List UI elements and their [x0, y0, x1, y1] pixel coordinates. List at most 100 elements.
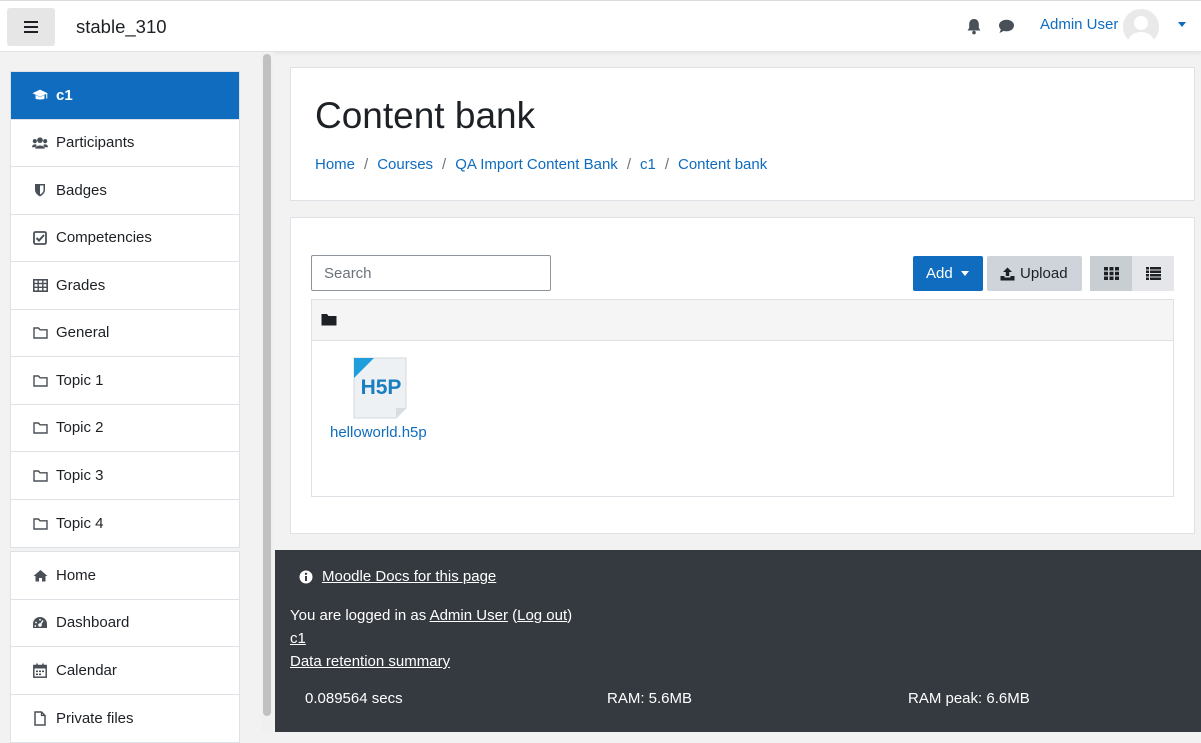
sidebar-item-topic-3[interactable]: Topic 3 [11, 452, 239, 500]
search-input[interactable] [311, 255, 551, 291]
sidebar-item-c1[interactable]: c1 [11, 72, 239, 120]
footer-user-link[interactable]: Admin User [430, 607, 508, 624]
chat-icon[interactable] [998, 19, 1015, 38]
folder-icon [32, 515, 48, 531]
sidebar-item-home[interactable]: Home [11, 552, 239, 600]
folder-icon [32, 420, 48, 436]
avatar[interactable] [1123, 9, 1159, 45]
footer-course-link[interactable]: c1 [290, 630, 306, 647]
breadcrumb-home[interactable]: Home [315, 156, 355, 173]
sidebar-item-label: Competencies [56, 229, 152, 247]
folder-icon [32, 372, 48, 388]
sidebar-scrollbar-thumb[interactable] [263, 54, 271, 716]
page-footer: Moodle Docs for this page You are logged… [275, 550, 1201, 732]
table-icon [32, 277, 48, 293]
upload-button[interactable]: Upload [987, 256, 1082, 291]
file-icon [32, 710, 48, 726]
logged-in-info: You are logged in as Admin User (Log out… [290, 607, 573, 624]
footer-retention: Data retention summary [290, 653, 450, 670]
calendar-icon [32, 662, 48, 678]
moodle-docs: Moodle Docs for this page [299, 568, 496, 585]
add-button[interactable]: Add [913, 256, 983, 291]
hamburger-icon [24, 21, 38, 33]
dashboard-icon [32, 615, 48, 631]
info-icon [299, 570, 313, 584]
sidebar-item-topic-1[interactable]: Topic 1 [11, 357, 239, 405]
breadcrumb-current[interactable]: Content bank [678, 156, 767, 173]
user-menu-name[interactable]: Admin User [1040, 16, 1118, 33]
grid-view-button[interactable] [1090, 256, 1132, 291]
sidebar-item-label: c1 [56, 86, 73, 104]
logout-link[interactable]: Log out [517, 607, 567, 624]
file-browser: H5P helloworld.h5p [311, 299, 1174, 497]
sidebar-item-label: Topic 2 [56, 419, 104, 437]
sidebar-item-competencies[interactable]: Competencies [11, 215, 239, 262]
svg-text:H5P: H5P [361, 376, 402, 399]
folder-icon [32, 325, 48, 341]
sidebar-item-label: Topic 1 [56, 371, 104, 389]
breadcrumb-courses[interactable]: Courses [377, 156, 433, 173]
chevron-down-icon [960, 271, 969, 276]
sidebar-item-label: Grades [56, 276, 106, 294]
folder-icon[interactable] [321, 313, 337, 330]
breadcrumb-separator: / [664, 156, 669, 173]
home-icon [32, 567, 48, 583]
list-view-button[interactable] [1132, 256, 1174, 291]
top-navbar: stable_310 Admin User [0, 0, 1201, 52]
add-button-label: Add [926, 265, 953, 282]
sidebar-item-label: Topic 4 [56, 514, 104, 532]
sidebar-item-label: Calendar [56, 661, 117, 679]
folder-icon [32, 467, 48, 483]
sidebar-item-label: Participants [56, 134, 135, 152]
hamburger-button[interactable] [7, 8, 55, 46]
grid-icon [1103, 267, 1119, 280]
list-icon [1145, 267, 1161, 280]
sidebar-item-badges[interactable]: Badges [11, 167, 239, 215]
upload-icon [1000, 267, 1015, 281]
bell-icon[interactable] [966, 18, 982, 39]
breadcrumb-course[interactable]: c1 [640, 156, 656, 173]
sidebar-item-dashboard[interactable]: Dashboard [11, 600, 239, 647]
sidebar-item-label: Badges [56, 181, 107, 199]
course-nav: c1 Participants Badges Competencies Grad… [10, 71, 240, 548]
perf-ram: RAM: 5.6MB [607, 690, 693, 707]
h5p-file-icon: H5P [353, 357, 407, 419]
sidebar-item-participants[interactable]: Participants [11, 120, 239, 167]
sidebar-item-calendar[interactable]: Calendar [11, 647, 239, 695]
sidebar-item-general[interactable]: General [11, 310, 239, 357]
chevron-down-icon[interactable] [1178, 22, 1186, 27]
moodle-docs-link[interactable]: Moodle Docs for this page [322, 568, 496, 585]
sidebar-item-topic-2[interactable]: Topic 2 [11, 405, 239, 452]
perf-time: 0.089564 secs [305, 690, 403, 707]
sidebar-item-label: General [56, 324, 110, 342]
perf-ram-peak: RAM peak: 6.6MB [908, 690, 1030, 707]
page-header: Content bank Home / Courses / QA Import … [290, 67, 1195, 201]
data-retention-link[interactable]: Data retention summary [290, 653, 450, 670]
page-title: Content bank [315, 95, 536, 136]
file-browser-header [312, 300, 1173, 341]
graduation-cap-icon [32, 87, 48, 103]
breadcrumb-category[interactable]: QA Import Content Bank [455, 156, 618, 173]
shield-icon [32, 182, 48, 198]
sidebar-item-label: Private files [56, 709, 134, 727]
sidebar-item-label: Topic 3 [56, 466, 104, 484]
sidebar-item-grades[interactable]: Grades [11, 262, 239, 310]
logged-in-prefix: You are logged in as [290, 607, 427, 624]
site-name[interactable]: stable_310 [76, 16, 167, 38]
nav-drawer: c1 Participants Badges Competencies Grad… [0, 52, 274, 743]
sidebar-item-label: Home [56, 566, 97, 584]
site-nav: Home Dashboard Calendar Private files [10, 551, 240, 743]
sidebar-item-label: Dashboard [56, 614, 130, 632]
upload-button-label: Upload [1020, 265, 1068, 282]
breadcrumb-separator: / [364, 156, 369, 173]
users-icon [32, 135, 48, 151]
sidebar-item-private-files[interactable]: Private files [11, 695, 239, 743]
file-name-link[interactable]: helloworld.h5p [330, 424, 430, 441]
breadcrumb: Home / Courses / QA Import Content Bank … [315, 156, 767, 173]
list-item[interactable]: H5P helloworld.h5p [330, 356, 430, 441]
footer-course: c1 [290, 630, 306, 647]
content-bank-region: Add Upload [290, 217, 1195, 534]
sidebar-item-topic-4[interactable]: Topic 4 [11, 500, 239, 548]
breadcrumb-separator: / [626, 156, 631, 173]
breadcrumb-separator: / [442, 156, 447, 173]
